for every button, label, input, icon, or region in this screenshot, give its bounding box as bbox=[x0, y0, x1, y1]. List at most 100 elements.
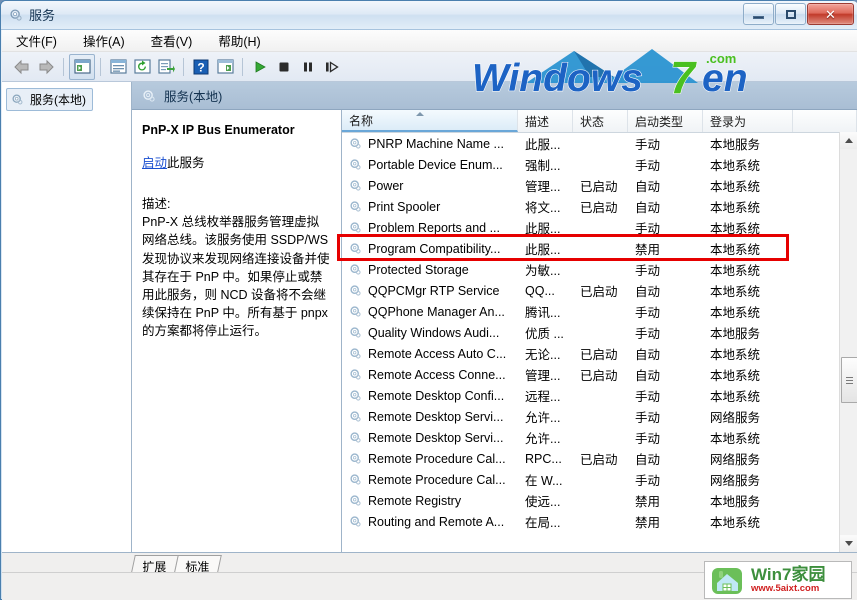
table-row[interactable]: Remote Registry 使远... 禁用 本地服务 bbox=[342, 490, 857, 511]
services-gear-icon bbox=[9, 8, 23, 22]
column-log-on-as[interactable]: 登录为 bbox=[703, 110, 793, 132]
back-button[interactable] bbox=[10, 55, 34, 79]
table-row[interactable]: Remote Access Conne... 管理... 已启动 自动 本地系统 bbox=[342, 364, 857, 385]
service-description-cell: 无论... bbox=[525, 348, 561, 362]
table-row[interactable]: Remote Access Auto C... 无论... 已启动 自动 本地系统 bbox=[342, 343, 857, 364]
show-hide-tree-button[interactable] bbox=[69, 53, 95, 80]
service-startup-type-cell: 手动 bbox=[635, 264, 661, 278]
sidebar-item-services-local[interactable]: 服务(本地) bbox=[6, 88, 93, 111]
scroll-down-button[interactable] bbox=[840, 535, 857, 552]
service-logon-as-cell: 本地系统 bbox=[710, 243, 761, 257]
vertical-scrollbar[interactable] bbox=[839, 132, 857, 552]
table-row[interactable]: Print Spooler 将文... 已启动 自动 本地系统 bbox=[342, 196, 857, 217]
properties-button[interactable] bbox=[106, 55, 130, 79]
service-name-label: Quality Windows Audi... bbox=[368, 325, 500, 340]
column-status[interactable]: 状态 bbox=[573, 110, 628, 132]
restore-button[interactable] bbox=[775, 3, 806, 25]
service-gear-icon bbox=[349, 473, 363, 487]
table-row[interactable]: QQPhone Manager An... 腾讯... 手动 本地系统 bbox=[342, 301, 857, 322]
service-logon-as-cell: 本地系统 bbox=[710, 159, 761, 173]
service-logon-as-cell: 本地系统 bbox=[710, 348, 761, 362]
service-gear-icon bbox=[349, 263, 363, 277]
table-row[interactable]: Portable Device Enum... 强制... 手动 本地系统 bbox=[342, 154, 857, 175]
service-description-cell: 使远... bbox=[525, 495, 561, 509]
table-row[interactable]: Protected Storage 为敏... 手动 本地系统 bbox=[342, 259, 857, 280]
scroll-up-arrow-icon bbox=[844, 138, 853, 143]
menu-file[interactable]: 文件(F) bbox=[14, 29, 59, 52]
toolbar-separator bbox=[100, 57, 101, 76]
table-row[interactable]: Remote Procedure Cal... 在 W... 手动 网络服务 bbox=[342, 469, 857, 490]
table-row[interactable]: Power 管理... 已启动 自动 本地系统 bbox=[342, 175, 857, 196]
service-name-label: Print Spooler bbox=[368, 199, 441, 214]
menu-action[interactable]: 操作(A) bbox=[81, 29, 127, 52]
table-row[interactable]: Remote Desktop Servi... 允许... 手动 网络服务 bbox=[342, 406, 857, 427]
service-logon-as-cell: 网络服务 bbox=[710, 453, 761, 467]
service-status-cell: 已启动 bbox=[580, 348, 618, 362]
action-pane-icon bbox=[216, 59, 234, 74]
service-startup-type-cell: 自动 bbox=[635, 453, 661, 467]
menu-view[interactable]: 查看(V) bbox=[149, 29, 195, 52]
service-name-label: Routing and Remote A... bbox=[368, 514, 505, 529]
show-action-pane-button[interactable] bbox=[213, 55, 237, 79]
toolbar-separator bbox=[183, 57, 184, 76]
main-body: 服务(本地) 服务(本地) PnP-X IP Bus Enumerator 启动… bbox=[2, 82, 857, 552]
tab-standard[interactable]: 标准 bbox=[174, 555, 222, 574]
start-service-suffix: 此服务 bbox=[167, 156, 205, 171]
service-description-cell: 此服... bbox=[525, 222, 561, 236]
table-row[interactable]: Problem Reports and ... 此服... 手动 本地系统 bbox=[342, 217, 857, 238]
service-description-cell: 允许... bbox=[525, 411, 561, 425]
table-row[interactable]: QQPCMgr RTP Service QQ... 已启动 自动 本地系统 bbox=[342, 280, 857, 301]
menu-help[interactable]: 帮助(H) bbox=[216, 29, 262, 52]
service-name-cell: Routing and Remote A... bbox=[342, 515, 518, 529]
help-button[interactable]: ? bbox=[189, 55, 213, 79]
service-detail-action: 启动此服务 bbox=[142, 152, 331, 171]
list-header-row: 名称 描述 状态 启动类型 登录为 bbox=[342, 110, 857, 133]
column-name[interactable]: 名称 bbox=[342, 110, 518, 132]
forward-button[interactable] bbox=[34, 55, 58, 79]
service-gear-icon bbox=[349, 200, 363, 214]
table-row[interactable]: Quality Windows Audi... 优质 ... 手动 本地服务 bbox=[342, 322, 857, 343]
tab-extended[interactable]: 扩展 bbox=[131, 555, 179, 574]
start-service-button[interactable] bbox=[248, 55, 272, 79]
service-description-cell: 允许... bbox=[525, 432, 561, 446]
stop-service-button[interactable] bbox=[272, 55, 296, 79]
export-list-button[interactable] bbox=[154, 55, 178, 79]
toolbar: ? bbox=[2, 52, 857, 82]
service-gear-icon bbox=[349, 284, 363, 298]
service-name-label: Remote Access Auto C... bbox=[368, 346, 507, 361]
column-startup-type[interactable]: 启动类型 bbox=[628, 110, 703, 132]
table-row[interactable]: Program Compatibility... 此服... 禁用 本地系统 bbox=[342, 238, 857, 259]
refresh-button[interactable] bbox=[130, 55, 154, 79]
service-name-label: Problem Reports and ... bbox=[368, 220, 501, 235]
scroll-thumb[interactable] bbox=[841, 357, 857, 403]
service-logon-as-cell: 本地服务 bbox=[710, 138, 761, 152]
column-description[interactable]: 描述 bbox=[518, 110, 573, 132]
export-list-icon bbox=[157, 59, 175, 74]
service-status-cell: 已启动 bbox=[580, 180, 618, 194]
close-button[interactable]: ✕ bbox=[807, 3, 854, 25]
service-name-label: QQPCMgr RTP Service bbox=[368, 283, 500, 298]
service-startup-type-cell: 手动 bbox=[635, 306, 661, 320]
console-tree-pane: 服务(本地) bbox=[2, 82, 132, 552]
service-startup-type-cell: 自动 bbox=[635, 369, 661, 383]
minimize-button[interactable] bbox=[743, 3, 774, 25]
pause-service-button[interactable] bbox=[296, 55, 320, 79]
table-row[interactable]: Routing and Remote A... 在局... 禁用 本地系统 bbox=[342, 511, 857, 532]
scroll-up-button[interactable] bbox=[840, 132, 857, 149]
content-inner: PnP-X IP Bus Enumerator 启动此服务 描述: PnP-X … bbox=[132, 110, 857, 552]
table-row[interactable]: PNRP Machine Name ... 此服... 手动 本地服务 bbox=[342, 133, 857, 154]
service-startup-type-cell: 自动 bbox=[635, 285, 661, 299]
service-startup-type-cell: 自动 bbox=[635, 201, 661, 215]
service-startup-type-cell: 禁用 bbox=[635, 495, 661, 509]
restart-service-button[interactable] bbox=[320, 55, 344, 79]
service-name-cell: Remote Access Conne... bbox=[342, 368, 518, 382]
service-name-cell: Remote Desktop Servi... bbox=[342, 431, 518, 445]
pause-icon bbox=[304, 62, 312, 71]
start-service-link[interactable]: 启动 bbox=[142, 156, 167, 170]
service-description-cell: QQ... bbox=[525, 283, 555, 298]
service-description-cell: 管理... bbox=[525, 369, 561, 383]
table-row[interactable]: Remote Procedure Cal... RPC... 已启动 自动 网络服务 bbox=[342, 448, 857, 469]
window-title: 服务 bbox=[29, 8, 56, 23]
table-row[interactable]: Remote Desktop Servi... 允许... 手动 本地系统 bbox=[342, 427, 857, 448]
table-row[interactable]: Remote Desktop Confi... 远程... 手动 本地系统 bbox=[342, 385, 857, 406]
